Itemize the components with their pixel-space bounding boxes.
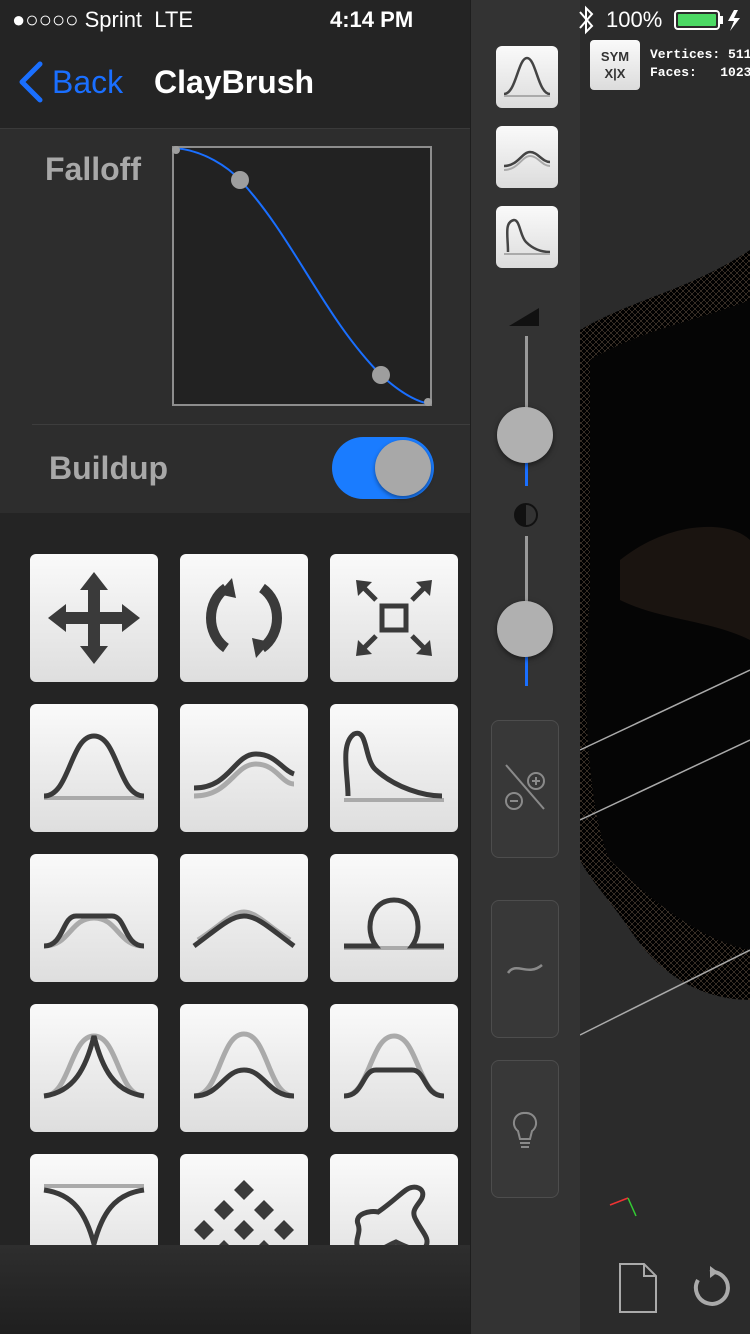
chevron-left-icon — [19, 61, 43, 103]
omega-brush-tile[interactable] — [330, 854, 458, 982]
settings-section: Falloff Buildup — [0, 129, 470, 513]
symmetry-button[interactable]: SYM X|X — [590, 40, 640, 90]
soft-bump-icon — [193, 1031, 295, 1099]
rotate-brush-tile[interactable] — [180, 554, 308, 682]
falloff-preset-hook-button[interactable] — [496, 206, 558, 268]
curve-endpoint[interactable] — [172, 146, 180, 154]
tool-column — [470, 0, 580, 1334]
scale-tool-icon — [356, 580, 432, 656]
status-time: 4:14 PM — [330, 7, 414, 32]
back-button[interactable]: Back — [16, 60, 123, 104]
move-brush-tile[interactable] — [30, 554, 158, 682]
sym-axes: X|X — [604, 66, 626, 81]
diamond-pattern-icon — [194, 1180, 294, 1245]
hook-curve-icon — [343, 730, 444, 802]
radius-icon — [509, 308, 541, 333]
plateau-blend-icon — [343, 1033, 445, 1099]
status-signal: ●○○○○ Sprint LTE — [12, 7, 194, 32]
toggle-knob — [375, 440, 431, 496]
sub-add-toggle-button[interactable] — [491, 720, 559, 858]
falloff-preset-wave-button[interactable] — [496, 126, 558, 188]
omega-curve-icon — [344, 897, 444, 950]
new-document-icon[interactable] — [618, 1262, 658, 1319]
bluetooth-icon — [576, 0, 596, 40]
curve-control-point[interactable] — [372, 366, 390, 384]
buildup-toggle[interactable] — [332, 437, 434, 499]
falloff-preset-bell-button[interactable] — [496, 46, 558, 108]
faces-count: Faces: 10237 — [650, 65, 750, 80]
wave-brush-tile[interactable] — [180, 704, 308, 832]
stamp-brush-tile[interactable] — [330, 1154, 458, 1245]
vertices-count: Vertices: 51190 — [650, 47, 750, 62]
valley-brush-tile[interactable] — [30, 1154, 158, 1245]
curve-endpoint[interactable] — [424, 398, 432, 406]
lighting-button[interactable] — [491, 1060, 559, 1198]
intensity-icon — [513, 502, 539, 533]
peak-brush-tile[interactable] — [30, 1004, 158, 1132]
brush-grid — [0, 513, 470, 1245]
hook-brush-tile[interactable] — [330, 704, 458, 832]
bell-curve-icon — [43, 733, 145, 800]
plateau-brush-tile[interactable] — [30, 854, 158, 982]
soft-ridge-icon — [192, 909, 296, 949]
tilde-icon — [506, 963, 543, 974]
rotate-tool-icon — [206, 578, 282, 658]
sharp-peak-icon — [43, 1033, 145, 1099]
carrier-label: Sprint — [84, 7, 143, 32]
mesh-stats: Vertices: 51190 Faces: 10237 — [650, 46, 750, 82]
settings-divider — [32, 424, 470, 425]
navigation-bar: Back ClayBrush — [0, 40, 470, 129]
bottom-bar — [0, 1245, 470, 1334]
scale-brush-tile[interactable] — [330, 554, 458, 682]
falloff-label: Falloff — [45, 151, 141, 187]
network-label: LTE — [154, 7, 194, 32]
back-label: Back — [52, 63, 124, 100]
battery-percent: 100% — [606, 7, 663, 32]
ridge-brush-tile[interactable] — [180, 854, 308, 982]
bump-brush-tile[interactable] — [180, 1004, 308, 1132]
undo-icon[interactable] — [688, 1266, 732, 1315]
plus-minus-icon — [505, 764, 545, 810]
falloff-curve-editor[interactable] — [172, 146, 432, 406]
battery-icon — [674, 0, 746, 40]
wave-curve-icon — [193, 751, 296, 799]
page-title: ClayBrush — [154, 64, 315, 100]
diamond-brush-tile[interactable] — [180, 1154, 308, 1245]
smooth-toggle-button[interactable] — [491, 900, 559, 1038]
blend-brush-tile[interactable] — [330, 1004, 458, 1132]
bell-brush-tile[interactable] — [30, 704, 158, 832]
move-tool-icon — [48, 572, 140, 664]
sym-label: SYM — [600, 49, 630, 64]
intensity-slider-thumb[interactable] — [497, 601, 553, 657]
flat-plateau-icon — [43, 913, 145, 949]
buildup-label: Buildup — [49, 450, 169, 486]
stamp-shape-icon — [354, 1184, 430, 1245]
valley-curve-icon — [43, 1184, 145, 1245]
radius-slider-thumb[interactable] — [497, 407, 553, 463]
falloff-curve — [173, 147, 431, 405]
curve-control-point[interactable] — [231, 171, 249, 189]
brush-settings-panel: ●○○○○ Sprint LTE 4:14 PM Back ClayBrush … — [0, 0, 470, 1334]
lightbulb-icon — [512, 1111, 538, 1148]
